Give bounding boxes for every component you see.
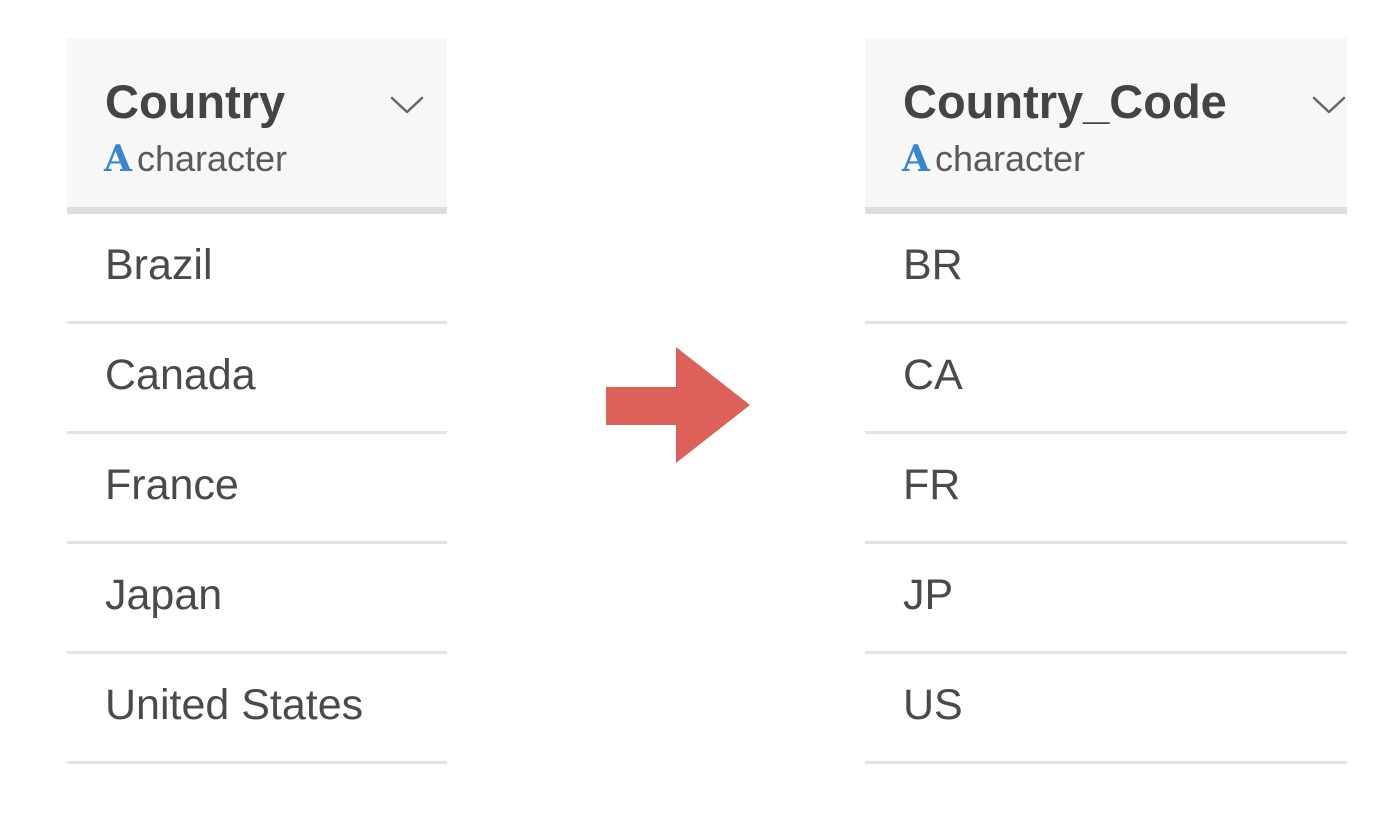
column-header-country[interactable]: Country A character: [67, 38, 447, 214]
table-cell[interactable]: United States: [67, 654, 447, 764]
column-name: Country: [105, 75, 286, 128]
chevron-down-icon[interactable]: [385, 90, 429, 120]
country-column: Country A character Brazil Canada France…: [67, 38, 447, 764]
table-cell[interactable]: Canada: [67, 324, 447, 434]
table-cell[interactable]: Japan: [67, 544, 447, 654]
character-type-icon: A: [104, 138, 132, 180]
column-type-label: character: [934, 138, 1086, 179]
table-cell[interactable]: Brazil: [67, 214, 447, 324]
table-cell[interactable]: France: [67, 434, 447, 544]
column-type-label: character: [136, 138, 288, 179]
column-type: A character: [104, 138, 287, 180]
character-type-icon: A: [902, 138, 930, 180]
table-cell[interactable]: JP: [865, 544, 1347, 654]
column-name: Country_Code: [903, 75, 1227, 128]
table-cell[interactable]: CA: [865, 324, 1347, 434]
chevron-down-icon[interactable]: [1307, 90, 1351, 120]
table-cell[interactable]: FR: [865, 434, 1347, 544]
column-type: A character: [902, 138, 1085, 180]
table-cell[interactable]: US: [865, 654, 1347, 764]
country-code-column: Country_Code A character BR CA FR JP US: [865, 38, 1347, 764]
arrow-right-icon: [606, 347, 750, 463]
table-cell[interactable]: BR: [865, 214, 1347, 324]
column-header-country-code[interactable]: Country_Code A character: [865, 38, 1347, 214]
